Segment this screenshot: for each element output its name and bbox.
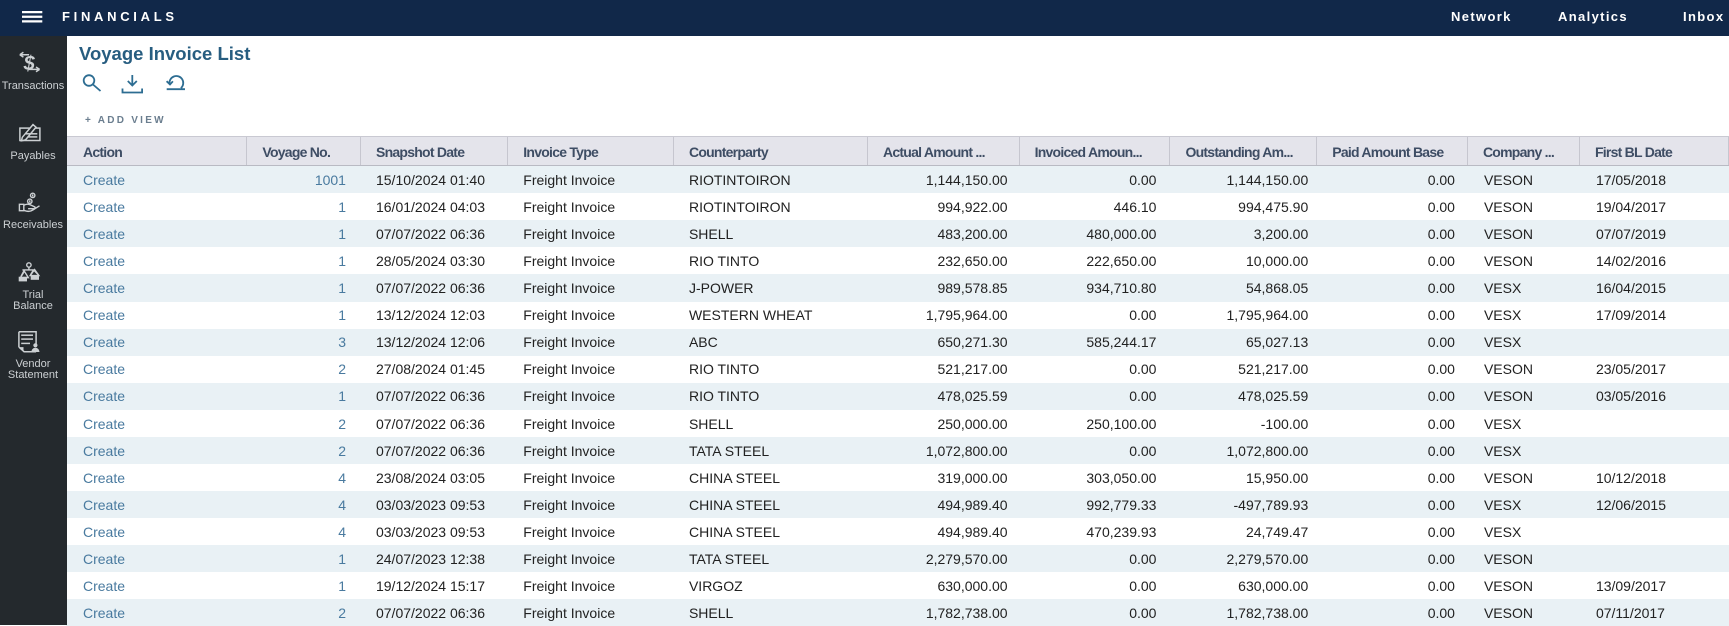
svg-text:$: $ <box>23 53 36 75</box>
